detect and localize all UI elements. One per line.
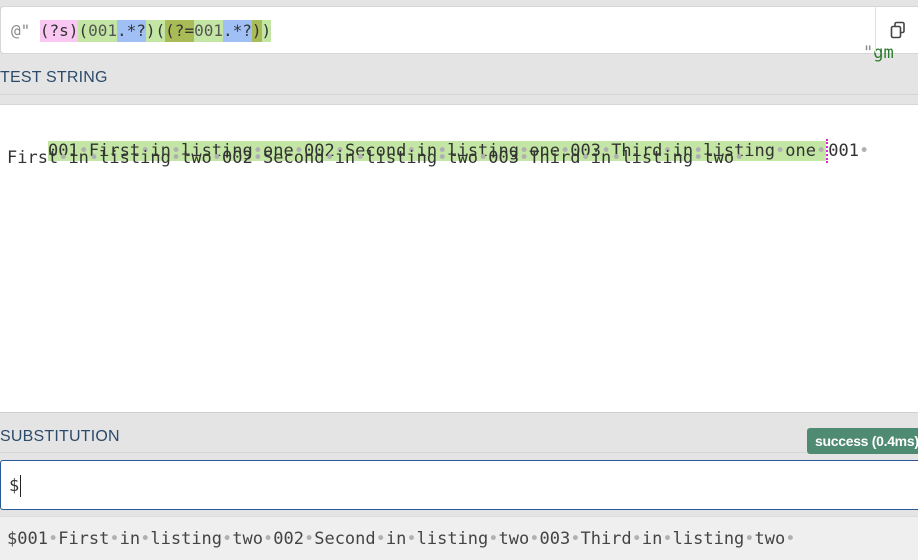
regex-token-literal: 001: [88, 20, 117, 42]
whitespace-marker: •: [88, 148, 100, 168]
regex-token-group: ): [145, 20, 156, 42]
regex-tokens: (?s)(001.*?)((?=001.*?)): [39, 20, 272, 42]
status-badge: success (0.4ms): [807, 428, 918, 454]
whitespace-marker: •: [47, 529, 59, 549]
divider: [0, 452, 807, 453]
substitution-result-text: $001•First•in•listing•two•002•Second•in•…: [7, 527, 796, 551]
regex-token-group: (: [155, 20, 166, 42]
whitespace-marker: •: [109, 529, 120, 549]
divider: [0, 94, 918, 95]
word: Second: [263, 148, 325, 168]
whitespace-marker: •: [662, 529, 673, 549]
regex-token-lookahead: ): [251, 20, 262, 42]
regex-token-group: ): [261, 20, 272, 42]
word: listing: [416, 529, 489, 549]
whitespace-marker: •: [693, 148, 704, 168]
whitespace-marker: •: [303, 529, 315, 549]
whitespace-marker: •: [570, 529, 581, 549]
word: Third: [580, 529, 632, 549]
regex-token-flag-group: (?s): [39, 20, 79, 42]
word: 002: [273, 529, 304, 549]
word: one: [785, 141, 816, 161]
substitution-value[interactable]: $: [9, 476, 19, 496]
word: two: [754, 529, 786, 549]
whitespace-marker: •: [611, 148, 622, 168]
whitespace-marker: •: [488, 529, 499, 549]
whitespace-marker: •: [437, 148, 448, 168]
word: in: [641, 529, 663, 549]
word: in: [385, 529, 407, 549]
substitution-result: $001•First•in•listing•two•002•Second•in•…: [0, 516, 918, 560]
whitespace-marker: •: [252, 148, 264, 168]
whitespace-marker: •: [858, 141, 870, 161]
text-cursor: [20, 475, 22, 497]
word: two: [498, 529, 530, 549]
word: listing: [99, 148, 171, 168]
regex-token-group: (: [78, 20, 89, 42]
whitespace-marker: •: [734, 148, 745, 168]
word: in: [334, 148, 356, 168]
regex-token-lookahead: (?=: [165, 20, 195, 42]
substitution-input[interactable]: $: [0, 460, 918, 510]
word: listing: [365, 148, 438, 168]
whitespace-marker: •: [744, 529, 755, 549]
regex-close-delimiter: ": [862, 43, 874, 63]
whitespace-marker: •: [785, 529, 796, 549]
word: two: [703, 148, 735, 168]
word: Third: [529, 148, 581, 168]
whitespace-marker: •: [211, 148, 223, 168]
whitespace-marker: •: [406, 529, 417, 549]
whitespace-marker: •: [815, 141, 827, 161]
word: in: [68, 148, 89, 168]
whitespace-marker: •: [775, 141, 786, 161]
regex-open-delimiter: @": [11, 21, 31, 40]
whitespace-marker: •: [324, 148, 335, 168]
whitespace-marker: •: [375, 529, 386, 549]
whitespace-marker: •: [170, 148, 182, 168]
whitespace-marker: •: [631, 529, 642, 549]
word: two: [447, 148, 479, 168]
word: 003: [539, 529, 571, 549]
word: 001: [828, 141, 859, 161]
test-line-1-rest: 001•: [828, 141, 869, 161]
regex-input[interactable]: @" (?s)(001.*?)((?=001.*?)): [11, 20, 272, 42]
whitespace-marker: •: [58, 148, 69, 168]
whitespace-marker: •: [478, 148, 489, 168]
whitespace-marker: •: [529, 529, 540, 549]
regex-editor[interactable]: @" (?s)(001.*?)((?=001.*?)) "gm: [0, 6, 918, 63]
test-string-editor[interactable]: 001•First•in•listing•one•002•Second•in•l…: [0, 104, 918, 413]
test-string-title: TEST STRING: [0, 69, 108, 86]
word: $001: [7, 529, 48, 549]
whitespace-marker: •: [222, 529, 233, 549]
regex-token-quantifier: .*?: [116, 20, 146, 42]
word: listing: [672, 529, 745, 549]
whitespace-marker: •: [140, 529, 151, 549]
copy-icon: [890, 21, 905, 39]
word: in: [590, 148, 612, 168]
whitespace-marker: •: [519, 148, 530, 168]
substitution-title: SUBSTITUTION: [0, 428, 120, 445]
whitespace-marker: •: [580, 148, 591, 168]
word: in: [119, 529, 141, 549]
whitespace-marker: •: [355, 148, 366, 168]
word: listing: [150, 529, 223, 549]
regex-token-quantifier: .*?: [222, 20, 252, 42]
word: First: [58, 529, 110, 549]
word: 002: [222, 148, 253, 168]
word: two: [181, 148, 212, 168]
word: 003: [488, 148, 520, 168]
word: two: [232, 529, 263, 549]
word: Second: [314, 529, 376, 549]
test-line-2: First•in•listing•two•002•Second•in•listi…: [7, 146, 744, 170]
whitespace-marker: •: [263, 529, 274, 549]
word: First: [7, 148, 59, 168]
regex-token-literal: 001: [194, 20, 223, 42]
copy-regex-button[interactable]: [875, 7, 918, 53]
word: listing: [621, 148, 694, 168]
